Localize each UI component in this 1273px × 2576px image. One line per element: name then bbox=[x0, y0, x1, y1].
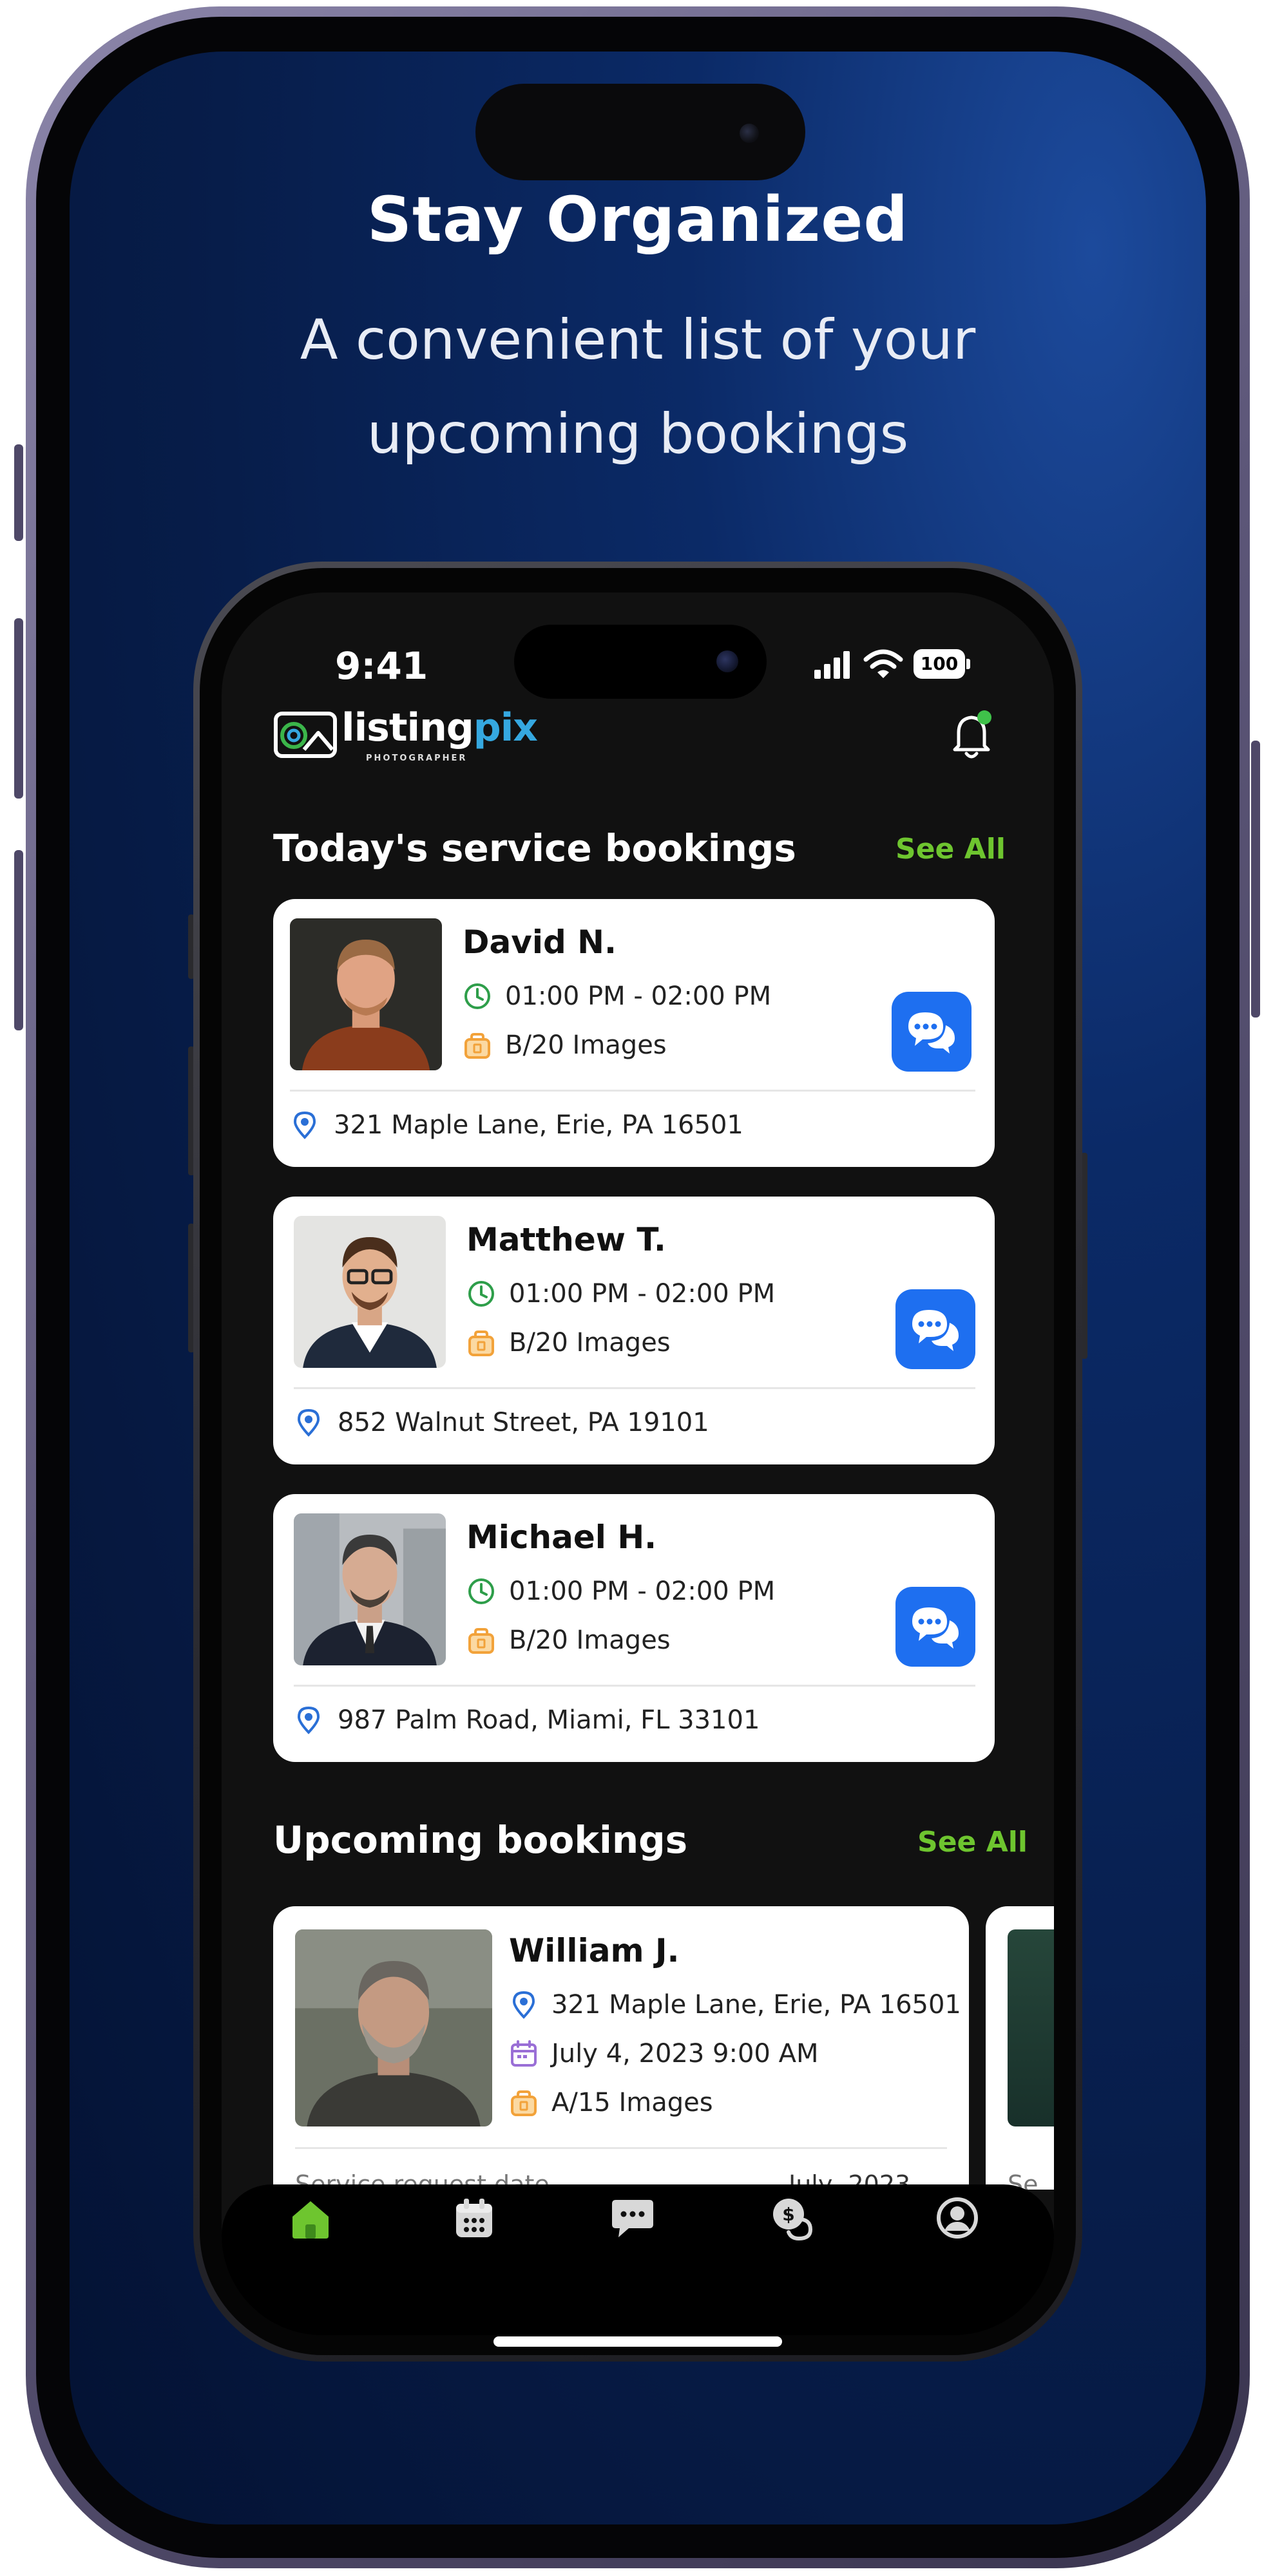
logo-subtitle: PHOTOGRAPHER bbox=[366, 753, 468, 763]
booking-date: July 4, 2023 9:00 AM bbox=[551, 2039, 819, 2069]
promo-subtitle-line1: A convenient list of your bbox=[300, 308, 976, 372]
card-divider bbox=[294, 1387, 975, 1389]
battery-level: 100 bbox=[914, 649, 965, 679]
package-icon bbox=[468, 1331, 494, 1356]
booking-address: 321 Maple Lane, Erie, PA 16501 bbox=[334, 1110, 743, 1140]
booking-address: 987 Palm Road, Miami, FL 33101 bbox=[338, 1705, 760, 1735]
svg-text:$: $ bbox=[782, 2204, 794, 2225]
booking-time: 01:00 PM - 02:00 PM bbox=[505, 981, 772, 1011]
logo-wordmark: listingpix bbox=[341, 705, 538, 750]
package-label: B/20 Images bbox=[509, 1625, 671, 1655]
next-card-photo bbox=[1008, 1929, 1054, 2126]
chat-bubbles-icon bbox=[912, 1310, 959, 1351]
william-photo bbox=[295, 1929, 492, 2126]
upcoming-carousel[interactable]: William J. 321 Maple Lane, Erie, PA 1650… bbox=[222, 1900, 1054, 2190]
booking-address: 852 Walnut Street, PA 19101 bbox=[338, 1408, 709, 1437]
location-pin-icon bbox=[297, 1706, 320, 1734]
promo-subtitle: A convenient list of your upcoming booki… bbox=[193, 293, 1082, 481]
upcoming-see-all-link[interactable]: See All bbox=[917, 1826, 1028, 1859]
battery-indicator: 100 bbox=[914, 649, 972, 679]
david-photo bbox=[290, 918, 442, 1070]
client-name: William J. bbox=[509, 1932, 680, 1969]
earnings-icon[interactable]: $ bbox=[769, 2195, 816, 2241]
client-name: Michael H. bbox=[466, 1519, 657, 1556]
michael-photo bbox=[294, 1513, 446, 1665]
clock-icon bbox=[468, 1578, 494, 1604]
chat-button[interactable] bbox=[895, 1289, 975, 1369]
package-icon bbox=[464, 1033, 490, 1059]
matthew-photo bbox=[294, 1216, 446, 1368]
outer-action-button bbox=[14, 444, 23, 541]
client-name: David N. bbox=[463, 923, 617, 961]
package-label: A/15 Images bbox=[551, 2088, 713, 2117]
clock-icon bbox=[464, 983, 490, 1009]
today-bookings-title: Today's service bookings bbox=[273, 826, 796, 870]
cellular-signal-icon bbox=[814, 651, 850, 679]
bell-icon[interactable] bbox=[950, 708, 996, 762]
inner-camera-icon bbox=[716, 650, 738, 672]
today-see-all-link[interactable]: See All bbox=[895, 833, 1006, 866]
promo-title: Stay Organized bbox=[367, 184, 909, 256]
chat-bubbles-icon bbox=[912, 1607, 959, 1649]
clock-icon bbox=[468, 1281, 494, 1307]
booking-card[interactable]: David N. 01:00 PM - 02:00 PM B/20 Images… bbox=[273, 899, 995, 1167]
next-booking-card-peek[interactable]: Se bbox=[986, 1906, 1054, 2190]
card-divider bbox=[290, 1090, 975, 1092]
profile-icon[interactable] bbox=[934, 2195, 981, 2241]
booking-address: 321 Maple Lane, Erie, PA 16501 bbox=[551, 1990, 961, 2020]
outer-volume-up-button bbox=[14, 618, 23, 799]
chat-button[interactable] bbox=[892, 992, 972, 1072]
messages-icon[interactable] bbox=[609, 2195, 656, 2241]
client-name: Matthew T. bbox=[466, 1221, 666, 1258]
battery-cap bbox=[966, 659, 970, 669]
wifi-icon bbox=[863, 649, 903, 678]
promo-subtitle-line2: upcoming bookings bbox=[367, 402, 909, 466]
calendar-icon[interactable] bbox=[451, 2195, 497, 2241]
upcoming-booking-card[interactable]: William J. 321 Maple Lane, Erie, PA 1650… bbox=[273, 1906, 969, 2190]
home-indicator bbox=[493, 2336, 782, 2347]
calendar-icon bbox=[511, 2040, 537, 2067]
avatar bbox=[294, 1216, 446, 1368]
avatar bbox=[294, 1513, 446, 1665]
chat-bubbles-icon bbox=[908, 1012, 955, 1054]
package-icon bbox=[468, 1628, 494, 1654]
logo-accent-text: pix bbox=[473, 705, 538, 750]
booking-time: 01:00 PM - 02:00 PM bbox=[509, 1279, 776, 1309]
package-label: B/20 Images bbox=[505, 1030, 667, 1060]
avatar bbox=[290, 918, 442, 1070]
outer-volume-down-button bbox=[14, 850, 23, 1030]
status-time: 9:41 bbox=[335, 644, 428, 688]
package-icon bbox=[511, 2090, 537, 2116]
location-pin-icon bbox=[297, 1408, 320, 1437]
logo-icon bbox=[274, 712, 337, 758]
card-divider bbox=[294, 1685, 975, 1687]
outer-power-button bbox=[1251, 741, 1260, 1018]
card-divider bbox=[295, 2147, 947, 2149]
home-icon[interactable] bbox=[287, 2196, 334, 2242]
outer-camera-icon bbox=[740, 124, 759, 143]
package-label: B/20 Images bbox=[509, 1328, 671, 1358]
booking-time: 01:00 PM - 02:00 PM bbox=[509, 1577, 776, 1606]
booking-card[interactable]: Michael H. 01:00 PM - 02:00 PM B/20 Imag… bbox=[273, 1494, 995, 1762]
avatar bbox=[295, 1929, 492, 2126]
location-pin-icon bbox=[293, 1111, 316, 1139]
booking-card[interactable]: Matthew T. 01:00 PM - 02:00 PM B/20 Imag… bbox=[273, 1197, 995, 1464]
location-pin-icon bbox=[512, 1991, 535, 2019]
upcoming-bookings-title: Upcoming bookings bbox=[273, 1818, 688, 1862]
chat-button[interactable] bbox=[895, 1587, 975, 1667]
logo-main-text: listing bbox=[341, 705, 474, 750]
